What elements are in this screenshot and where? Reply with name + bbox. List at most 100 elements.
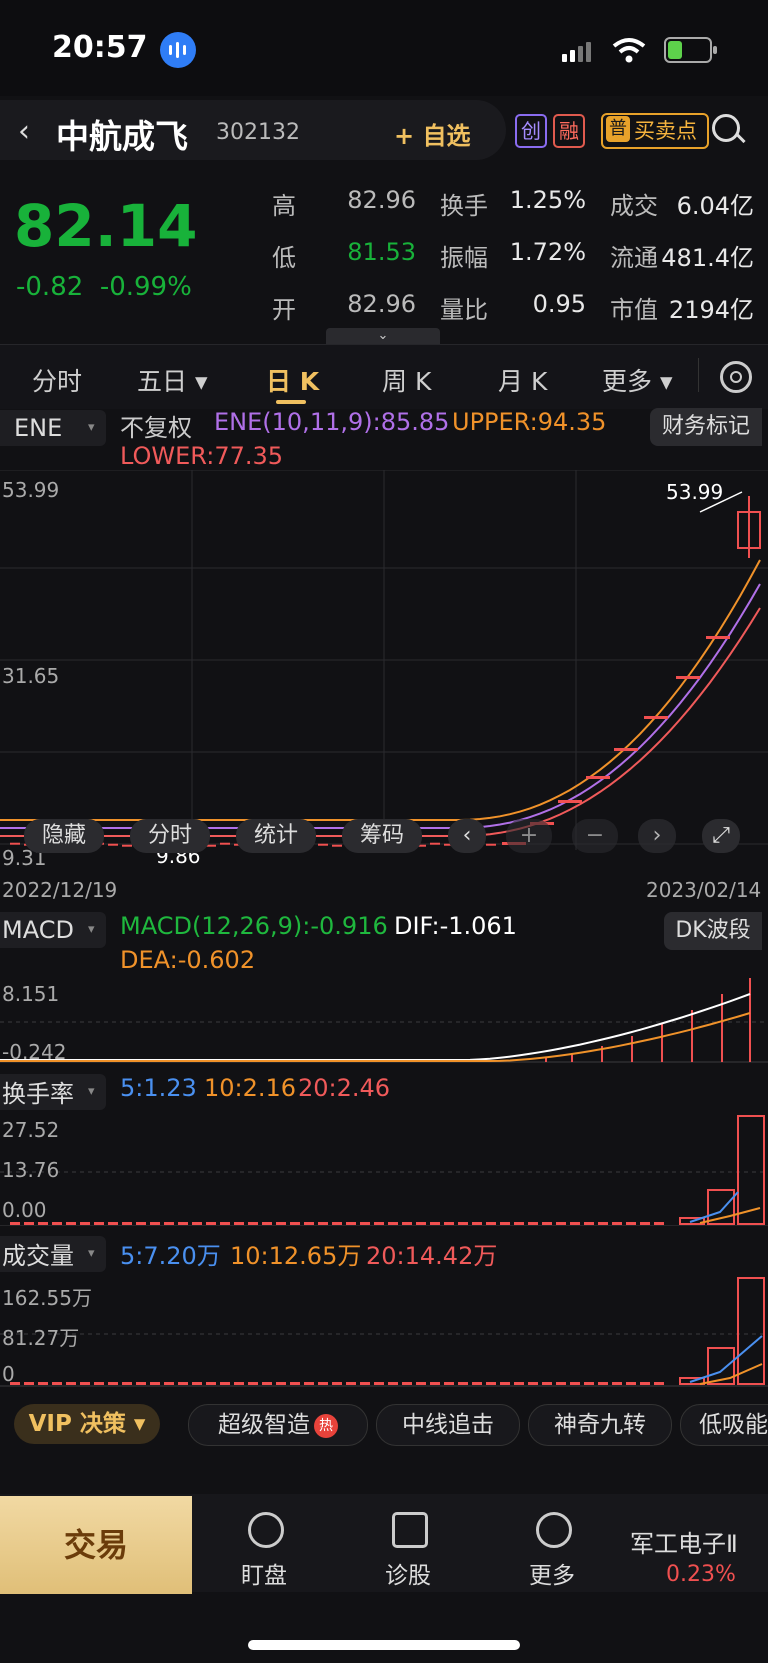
turn-bar bbox=[164, 1222, 174, 1225]
chevron-right-icon[interactable]: › bbox=[638, 819, 676, 853]
turn-bar bbox=[612, 1222, 622, 1225]
tab-daily-k[interactable]: 日 K bbox=[266, 362, 319, 398]
hide-button[interactable]: 隐藏 bbox=[24, 819, 104, 853]
candle bbox=[676, 676, 700, 679]
candle bbox=[614, 748, 638, 751]
strategy-chip-super[interactable]: 超级智造热 bbox=[188, 1404, 368, 1446]
vol-bar bbox=[164, 1382, 174, 1385]
voice-assistant-icon[interactable] bbox=[160, 32, 196, 68]
peak-price-label: 53.99 bbox=[666, 480, 724, 504]
last-price: 82.14 bbox=[14, 192, 198, 260]
turn-bar bbox=[332, 1222, 342, 1225]
fullscreen-icon[interactable]: ⤢ bbox=[702, 819, 740, 853]
expand-chevron-icon[interactable]: ⌄ bbox=[326, 328, 440, 344]
search-icon[interactable] bbox=[712, 114, 740, 142]
vol-bar bbox=[346, 1382, 356, 1385]
lower-band bbox=[0, 607, 761, 837]
strategy-chip-low[interactable]: 低吸能 bbox=[680, 1404, 768, 1446]
sector-change: 0.23% bbox=[666, 1562, 736, 1587]
vol-bar bbox=[528, 1382, 538, 1385]
vol-bar bbox=[542, 1382, 552, 1385]
turn-bar bbox=[416, 1222, 426, 1225]
back-icon[interactable]: ‹ bbox=[18, 114, 30, 149]
add-watchlist-button[interactable]: + 自选 bbox=[394, 116, 470, 151]
strategy-chip-nine[interactable]: 神奇九转 bbox=[528, 1404, 672, 1446]
zoom-in-icon[interactable]: + bbox=[506, 819, 552, 853]
turn-bar bbox=[262, 1222, 272, 1225]
turn-bar bbox=[374, 1222, 384, 1225]
deal-label: 成交 bbox=[610, 192, 658, 220]
vol-bar bbox=[388, 1382, 398, 1385]
turn-bar bbox=[178, 1222, 188, 1225]
buy-sell-point-button[interactable]: 普买卖点 bbox=[601, 113, 709, 149]
chevron-left-icon[interactable]: ‹ bbox=[448, 819, 486, 853]
adjust-label[interactable]: 不复权 bbox=[120, 408, 192, 443]
finance-mark-button[interactable]: 财务标记 bbox=[650, 408, 762, 446]
vol-bar bbox=[612, 1382, 622, 1385]
turn-bar bbox=[234, 1222, 244, 1225]
macd-selector-label: MACD bbox=[2, 916, 74, 944]
vol-bar bbox=[360, 1382, 370, 1385]
dif-value: DIF:-1.061 bbox=[394, 912, 517, 940]
turnover-value: 1.25% bbox=[509, 186, 586, 214]
upper-band bbox=[0, 559, 761, 821]
nav-watch[interactable]: 盯盘 bbox=[224, 1556, 304, 1590]
tab-monthly-k[interactable]: 月 K bbox=[498, 362, 547, 398]
date-end: 2023/02/14 bbox=[646, 878, 762, 902]
strategy-chip-mid[interactable]: 中线追击 bbox=[376, 1404, 520, 1446]
zoom-out-icon[interactable]: − bbox=[572, 819, 618, 853]
tab-intraday[interactable]: 分时 bbox=[32, 362, 82, 398]
sector-name[interactable]: 军工电子Ⅱ bbox=[630, 1524, 738, 1559]
vol-bar bbox=[556, 1382, 566, 1385]
candle bbox=[644, 716, 668, 719]
stats-button[interactable]: 统计 bbox=[236, 819, 316, 853]
turn-bar bbox=[122, 1222, 132, 1225]
low-value: 81.53 bbox=[347, 238, 416, 266]
gear-icon[interactable] bbox=[720, 361, 752, 393]
vol-bar bbox=[24, 1382, 34, 1385]
vol-bar bbox=[444, 1382, 454, 1385]
vol-bar bbox=[192, 1382, 202, 1385]
turnover-selector-label: 换手率 bbox=[2, 1080, 74, 1108]
turn-bar bbox=[108, 1222, 118, 1225]
turn-bar bbox=[304, 1222, 314, 1225]
vol-bar bbox=[570, 1382, 580, 1385]
turn-bar bbox=[654, 1222, 664, 1225]
nav-more[interactable]: 更多 bbox=[512, 1556, 592, 1590]
volume-y-mid: 81.27万 bbox=[2, 1326, 80, 1350]
intraday-button[interactable]: 分时 bbox=[130, 819, 210, 853]
dk-band-button[interactable]: DK波段 bbox=[664, 912, 762, 950]
tab-more[interactable]: 更多 ▾ bbox=[602, 362, 673, 398]
turn-bar bbox=[444, 1222, 454, 1225]
mcap-value: 2194亿 bbox=[668, 296, 754, 324]
candle bbox=[706, 636, 730, 639]
more-dots-icon[interactable] bbox=[536, 1512, 572, 1548]
turn-bar bbox=[10, 1222, 20, 1225]
turn-bar bbox=[430, 1222, 440, 1225]
chips-button[interactable]: 筹码 bbox=[342, 819, 422, 853]
turn-bar bbox=[472, 1222, 482, 1225]
macd-y-low: -0.242 bbox=[2, 1040, 67, 1064]
vol-bar bbox=[136, 1382, 146, 1385]
ene-y-mid: 31.65 bbox=[2, 664, 60, 688]
turn-bar bbox=[500, 1222, 510, 1225]
turn-bar bbox=[150, 1222, 160, 1225]
turnover-chart bbox=[0, 1115, 768, 1226]
turn-bar bbox=[80, 1222, 90, 1225]
amplitude-value: 1.72% bbox=[509, 238, 586, 266]
vol-bar bbox=[206, 1382, 216, 1385]
vol-bar bbox=[94, 1382, 104, 1385]
vol-bar bbox=[654, 1382, 664, 1385]
vol-bar bbox=[220, 1382, 230, 1385]
trade-button[interactable]: 交易 bbox=[0, 1496, 192, 1594]
ene-dropdown-icon: ▾ bbox=[88, 420, 95, 435]
high-label: 高 bbox=[272, 192, 296, 220]
volume-ma5: 5:7.20万 bbox=[120, 1242, 221, 1270]
turn-bar bbox=[192, 1222, 202, 1225]
nav-diagnose[interactable]: 诊股 bbox=[368, 1556, 448, 1590]
tab-weekly-k[interactable]: 周 K bbox=[382, 362, 431, 398]
crosshair-icon[interactable] bbox=[248, 1512, 284, 1548]
diagnose-icon[interactable] bbox=[392, 1512, 428, 1548]
tab-five-day[interactable]: 五日 ▾ bbox=[137, 362, 208, 398]
vip-decision-button[interactable]: VIP 决策 ▾ bbox=[14, 1404, 160, 1444]
